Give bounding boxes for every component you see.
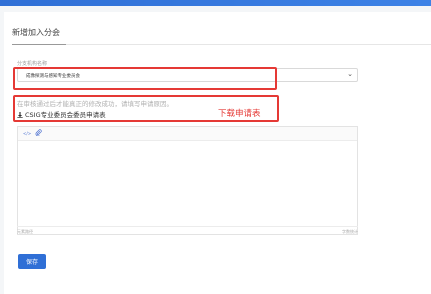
editor-statusbar: 元素路径 字数统计: [17, 226, 358, 235]
reason-editor[interactable]: </>: [17, 126, 358, 235]
save-button[interactable]: 保存: [18, 254, 46, 269]
branch-label: 分支机构名称: [17, 61, 48, 67]
annotation-download: 下载申请表: [218, 109, 261, 119]
word-count: 字数统计: [342, 229, 358, 234]
editor-toolbar: </>: [18, 127, 357, 141]
element-path: 元素路径: [17, 229, 33, 234]
chevron-down-icon: ⌄: [347, 70, 353, 78]
title-divider: [12, 44, 431, 45]
html-icon[interactable]: </>: [23, 131, 31, 136]
title-underline: [12, 44, 66, 45]
top-bar: [0, 0, 431, 6]
attachment-icon[interactable]: [35, 129, 42, 138]
page-title: 新增加入分会: [12, 28, 60, 37]
highlight-box-branch: [13, 67, 277, 90]
